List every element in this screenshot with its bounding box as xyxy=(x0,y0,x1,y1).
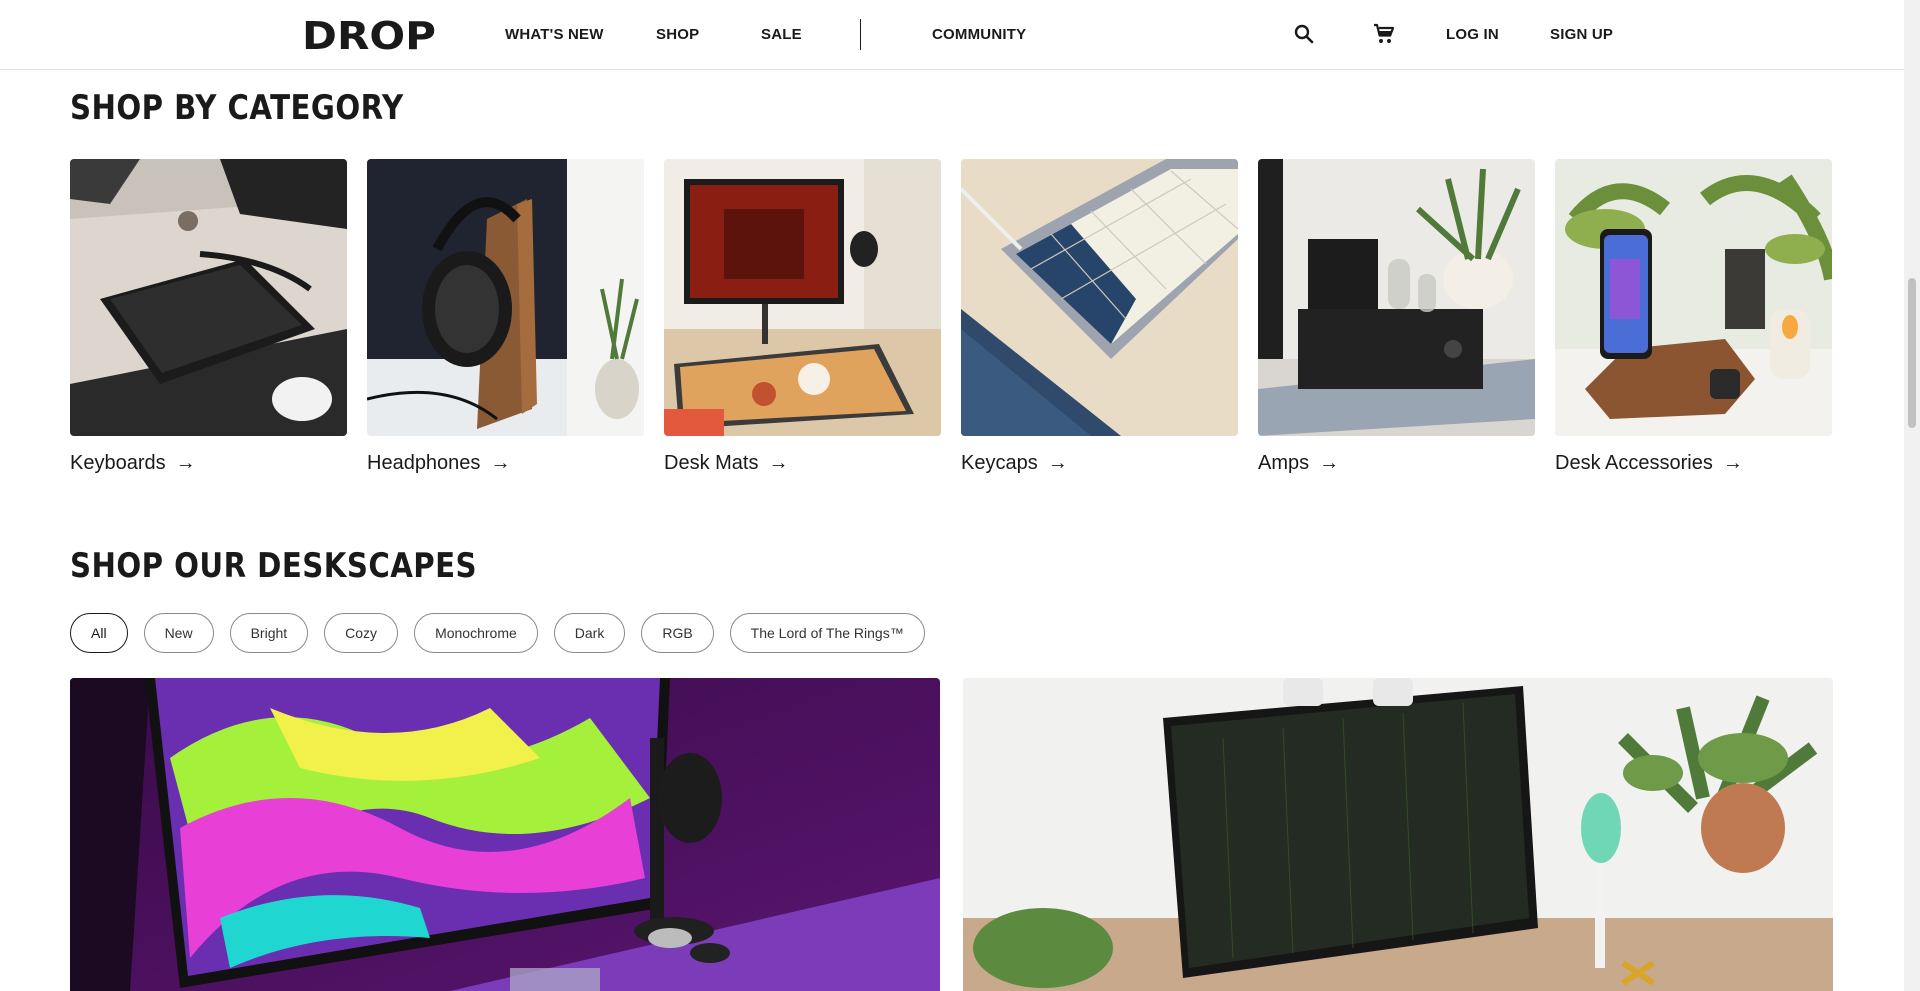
category-label: Headphones xyxy=(367,451,481,474)
section-title-category: SHOP BY CATEGORY xyxy=(70,88,404,128)
scrollbar-thumb[interactable] xyxy=(1908,278,1916,428)
filter-pill-all[interactable]: All xyxy=(70,613,128,653)
category-image-keycaps[interactable] xyxy=(961,159,1238,436)
deskscape-tile-monochrome[interactable] xyxy=(963,678,1833,991)
section-title-deskscapes: SHOP OUR DESKSCAPES xyxy=(70,546,478,586)
category-image-keyboards[interactable] xyxy=(70,159,347,436)
category-card-keycaps[interactable]: Keycaps → xyxy=(961,159,1238,476)
category-card-headphones[interactable]: Headphones → xyxy=(367,159,644,476)
category-link-headphones[interactable]: Headphones → xyxy=(367,450,644,476)
filter-pill-lotr[interactable]: The Lord of The Rings™ xyxy=(729,613,925,653)
cart-icon[interactable] xyxy=(1372,22,1396,46)
category-image-desk-accessories[interactable] xyxy=(1555,159,1832,436)
category-image-amps[interactable] xyxy=(1258,159,1535,436)
search-icon[interactable] xyxy=(1292,22,1316,46)
arrow-right-icon: → xyxy=(490,452,511,474)
category-image-desk-mats[interactable] xyxy=(664,159,941,436)
nav-sale[interactable]: SALE xyxy=(761,26,802,43)
filter-pill-cozy[interactable]: Cozy xyxy=(324,613,399,653)
nav-divider xyxy=(860,19,861,50)
category-label: Amps xyxy=(1258,451,1310,474)
signup-link[interactable]: SIGN UP xyxy=(1550,26,1613,43)
deskscape-tile-rgb[interactable] xyxy=(70,678,940,991)
filter-pill-dark[interactable]: Dark xyxy=(553,613,626,653)
category-link-desk-mats[interactable]: Desk Mats → xyxy=(664,450,941,476)
arrow-right-icon: → xyxy=(1722,452,1743,474)
drop-logo[interactable]: DROP xyxy=(302,18,436,52)
category-label: Keyboards xyxy=(70,451,166,474)
category-link-desk-accessories[interactable]: Desk Accessories → xyxy=(1555,450,1832,476)
page-scrollbar[interactable] xyxy=(1904,0,1920,991)
category-card-keyboards[interactable]: Keyboards → xyxy=(70,159,347,476)
category-label: Desk Mats xyxy=(664,451,759,474)
filter-pill-new[interactable]: New xyxy=(143,613,214,653)
nav-community[interactable]: COMMUNITY xyxy=(932,26,1026,43)
category-link-keyboards[interactable]: Keyboards → xyxy=(70,450,347,476)
arrow-right-icon: → xyxy=(1319,452,1340,474)
arrow-right-icon: → xyxy=(1047,452,1068,474)
category-image-headphones[interactable] xyxy=(367,159,644,436)
arrow-right-icon: → xyxy=(175,452,196,474)
filter-pill-monochrome[interactable]: Monochrome xyxy=(414,613,538,653)
arrow-right-icon: → xyxy=(768,452,789,474)
svg-text:DROP: DROP xyxy=(302,18,436,52)
category-card-amps[interactable]: Amps → xyxy=(1258,159,1535,476)
site-header: DROP WHAT'S NEW SHOP SALE COMMUNITY LOG … xyxy=(0,0,1904,70)
category-card-desk-accessories[interactable]: Desk Accessories → xyxy=(1555,159,1832,476)
category-label: Desk Accessories xyxy=(1555,451,1713,474)
nav-shop[interactable]: SHOP xyxy=(656,26,699,43)
category-card-desk-mats[interactable]: Desk Mats → xyxy=(664,159,941,476)
nav-whats-new[interactable]: WHAT'S NEW xyxy=(505,26,604,43)
category-link-keycaps[interactable]: Keycaps → xyxy=(961,450,1238,476)
category-label: Keycaps xyxy=(961,451,1038,474)
filter-pill-rgb[interactable]: RGB xyxy=(641,613,714,653)
category-link-amps[interactable]: Amps → xyxy=(1258,450,1535,476)
login-link[interactable]: LOG IN xyxy=(1446,26,1499,43)
deskscape-filters: All New Bright Cozy Monochrome Dark RGB … xyxy=(70,613,925,653)
filter-pill-bright[interactable]: Bright xyxy=(229,613,309,653)
